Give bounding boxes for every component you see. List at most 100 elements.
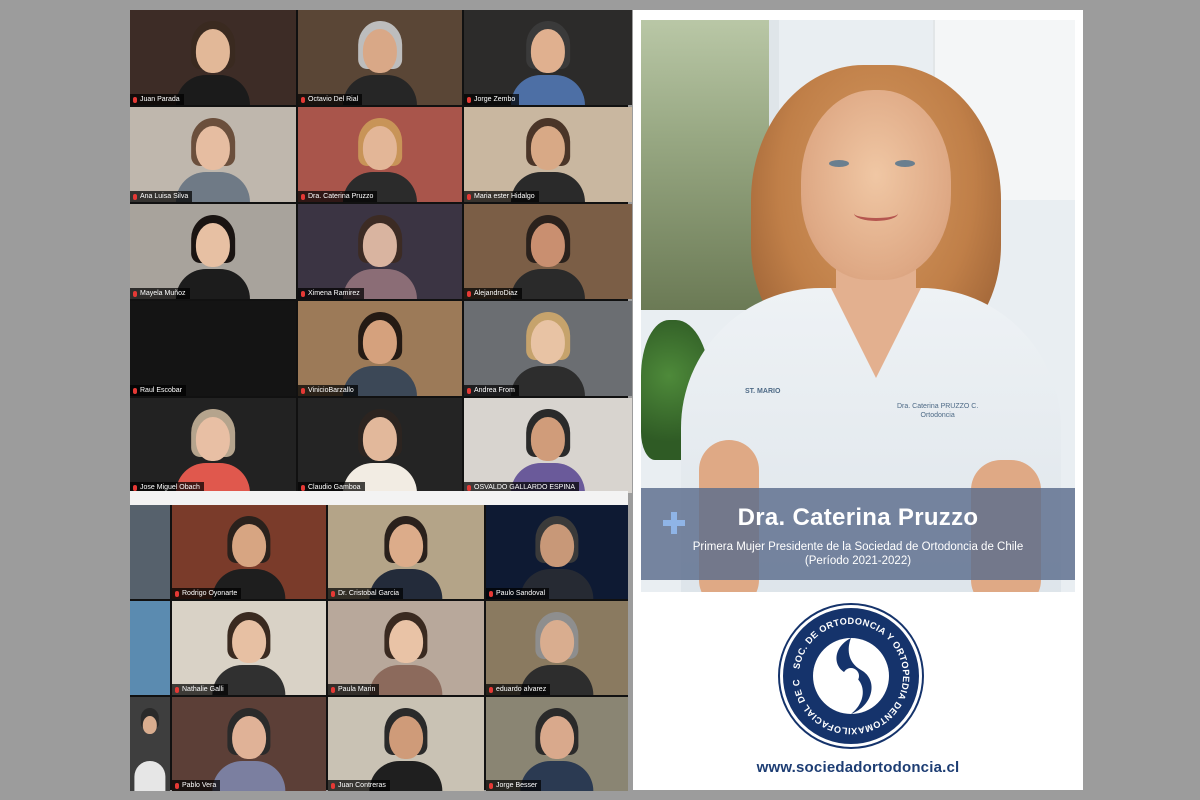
participant-name-tag: Octavio Del Rial — [298, 94, 363, 105]
participant-name: Octavio Del Rial — [308, 96, 359, 103]
participant-face — [540, 715, 574, 760]
participant-name: AlejandroDiaz — [474, 290, 518, 297]
muted-mic-icon — [301, 96, 305, 103]
collage-divider — [130, 491, 628, 505]
participant-name-tag: Juan Parada — [130, 94, 184, 105]
participant-tile[interactable]: Ximena Ramirez — [298, 204, 462, 299]
participant-tile[interactable]: Mayela Muñoz — [130, 204, 296, 299]
participant-body — [510, 74, 586, 105]
muted-mic-icon — [301, 290, 305, 297]
poster-subtitle-line1: Primera Mujer Presidente de la Sociedad … — [692, 541, 1024, 553]
muted-mic-icon — [467, 387, 471, 394]
participant-name-tag: Maria ester Hidalgo — [464, 191, 539, 202]
society-logo-graphic: SOC. DE ORTODONCIA Y ORTOPEDIA DENTOMAXI… — [783, 608, 911, 736]
participant-name: Paula Marin — [338, 686, 376, 693]
participant-name-tag: Raul Escobar — [130, 385, 187, 396]
muted-mic-icon — [175, 686, 179, 693]
muted-mic-icon — [331, 782, 335, 789]
participant-tile[interactable]: AlejandroDiaz — [464, 204, 632, 299]
portrait-smile — [854, 206, 898, 221]
participant-face — [232, 619, 266, 664]
participant-face — [530, 223, 566, 267]
participant-name-tag: VinicioBarzallo — [298, 385, 358, 396]
participant-tile[interactable]: eduardo alvarez — [486, 601, 628, 695]
poster-subtitle: Primera Mujer Presidente de la Sociedad … — [641, 540, 1075, 568]
society-logo: SOC. DE ORTODONCIA Y ORTOPEDIA DENTOMAXI… — [780, 605, 922, 747]
participant-tile[interactable]: Jose Miguel Obach — [130, 398, 296, 493]
participant-tile[interactable]: Nathalie Galli — [172, 601, 326, 695]
participant-tile[interactable] — [130, 601, 170, 695]
muted-mic-icon — [467, 484, 471, 491]
website-url[interactable]: www.sociedadortodoncia.cl — [633, 759, 1083, 776]
participant-tile[interactable]: Jorge Besser — [486, 697, 628, 791]
name-caption-band: Dra. Caterina Pruzzo Primera Mujer Presi… — [641, 488, 1075, 580]
participant-name: Raul Escobar — [140, 387, 183, 394]
participant-face — [232, 715, 266, 760]
participant-name: Paulo Sandoval — [496, 590, 546, 597]
participant-tile[interactable]: Maria ester Hidalgo — [464, 107, 632, 202]
participant-name-tag: AlejandroDiaz — [464, 288, 522, 299]
participant-tile[interactable]: Dra. Caterina Pruzzo — [298, 107, 462, 202]
muted-mic-icon — [489, 782, 493, 789]
participant-tile[interactable]: Juan Parada — [130, 10, 296, 105]
participant-tile[interactable]: Jorge Zembo — [464, 10, 632, 105]
participant-tile[interactable]: Rodrigo Oyonarte — [172, 505, 326, 599]
portrait-vneck — [831, 288, 921, 378]
participant-tile[interactable]: Raul Escobar — [130, 301, 296, 396]
participant-tile[interactable]: Andrea From — [464, 301, 632, 396]
participant-name-tag: Paula Marin — [328, 684, 380, 695]
video-call-collage: Juan Parada Octavio Del Rial Jorge Zembo An… — [130, 10, 632, 791]
participant-name-tag: Nathalie Galli — [172, 684, 228, 695]
participant-tile[interactable]: Paulo Sandoval — [486, 505, 628, 599]
participant-face — [530, 417, 566, 461]
muted-mic-icon — [467, 290, 471, 297]
participant-tile[interactable]: Pablo Vera — [172, 697, 326, 791]
participant-tile[interactable]: Claudio Gamboa — [298, 398, 462, 493]
portrait-face — [801, 90, 951, 280]
participant-name-tag: Dr. Cristobal Garcia — [328, 588, 404, 599]
muted-mic-icon — [301, 193, 305, 200]
participant-name: Rodrigo Oyonarte — [182, 590, 238, 597]
participant-tile[interactable]: VinicioBarzallo — [298, 301, 462, 396]
participant-face — [389, 523, 423, 568]
uniform-badge-right: Dra. Caterina PRUZZO C. Ortodoncia — [897, 402, 978, 420]
participant-name: eduardo alvarez — [496, 686, 547, 693]
muted-mic-icon — [175, 782, 179, 789]
participant-face — [530, 320, 566, 364]
participant-name-tag: Rodrigo Oyonarte — [172, 588, 242, 599]
participant-name: Dr. Cristobal Garcia — [338, 590, 400, 597]
participant-body — [175, 74, 251, 105]
uniform-badge-left: ST. MARIO — [745, 388, 781, 395]
muted-mic-icon — [133, 484, 137, 491]
muted-mic-icon — [331, 590, 335, 597]
screenshot-stage: Juan Parada Octavio Del Rial Jorge Zembo An… — [0, 0, 1200, 800]
participant-tile[interactable]: Paula Marin — [328, 601, 484, 695]
participant-tile[interactable]: Ana Luisa Silva — [130, 107, 296, 202]
participant-name-tag: Jorge Besser — [486, 780, 542, 791]
participant-tile[interactable]: OSVALDO GALLARDO ESPINA — [464, 398, 632, 493]
muted-mic-icon — [467, 96, 471, 103]
participant-tile[interactable] — [130, 697, 170, 791]
muted-mic-icon — [133, 96, 137, 103]
portrait-eye-left — [829, 160, 849, 167]
participant-name: Ana Luisa Silva — [140, 193, 189, 200]
participant-face — [362, 320, 398, 364]
participant-tile[interactable]: Octavio Del Rial — [298, 10, 462, 105]
participant-face — [530, 29, 566, 73]
portrait-eye-right — [895, 160, 915, 167]
participant-tile[interactable]: Dr. Cristobal Garcia — [328, 505, 484, 599]
participant-name: Pablo Vera — [182, 782, 217, 789]
muted-mic-icon — [331, 686, 335, 693]
participant-tile[interactable]: Juan Contreras — [328, 697, 484, 791]
participant-name: Juan Contreras — [338, 782, 386, 789]
video-grid-top: Juan Parada Octavio Del Rial Jorge Zembo An… — [130, 10, 632, 493]
muted-mic-icon — [301, 484, 305, 491]
muted-mic-icon — [301, 387, 305, 394]
participant-tile[interactable] — [130, 505, 170, 599]
participant-name-tag: eduardo alvarez — [486, 684, 551, 695]
participant-name-tag: Dra. Caterina Pruzzo — [298, 191, 378, 202]
participant-name-tag: Andrea From — [464, 385, 519, 396]
muted-mic-icon — [133, 290, 137, 297]
participant-name: Jorge Zembo — [474, 96, 516, 103]
participant-face — [362, 126, 398, 170]
